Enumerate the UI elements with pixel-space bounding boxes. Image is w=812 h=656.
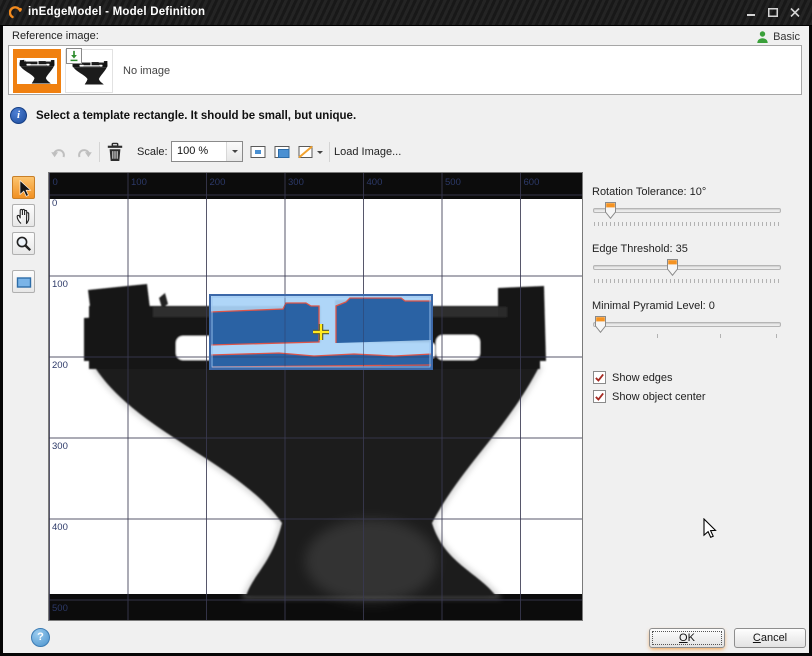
toolbar-separator	[99, 142, 100, 162]
preview-image: 0 100 200 300 400 500 600 0 100 200 300 400 500	[49, 173, 582, 620]
reference-thumbnail-selected[interactable]	[13, 49, 61, 93]
mode-badge[interactable]: Basic	[756, 30, 800, 44]
part-shape-thumbnail	[18, 59, 56, 84]
edge-threshold-slider[interactable]	[593, 259, 781, 277]
trash-icon	[106, 142, 124, 162]
toolbar-separator	[329, 142, 330, 162]
zoom-fill-button[interactable]	[270, 141, 293, 163]
hand-icon	[14, 206, 34, 226]
dropdown-arrow-icon	[317, 151, 323, 157]
cancel-button[interactable]: Cancel	[734, 628, 806, 648]
svg-text:300: 300	[52, 441, 68, 452]
undo-button[interactable]	[47, 141, 70, 163]
maximize-icon	[768, 8, 778, 17]
slider-tickmarks	[594, 279, 780, 283]
redo-icon	[76, 144, 93, 161]
titlebar[interactable]: inEdgeModel - Model Definition	[0, 0, 812, 26]
slider-thumb[interactable]	[605, 202, 616, 219]
minimize-icon	[747, 8, 756, 17]
load-image-button[interactable]: Load Image...	[334, 146, 401, 158]
selection-dark-region	[336, 298, 432, 343]
user-basic-icon	[756, 30, 769, 44]
pointer-icon	[14, 178, 34, 198]
svg-text:400: 400	[52, 522, 68, 533]
zoom-tool-button[interactable]	[12, 232, 35, 255]
svg-text:500: 500	[52, 603, 68, 614]
maximize-button[interactable]	[764, 5, 782, 20]
reference-thumbnail-load-new[interactable]	[65, 49, 113, 93]
close-button[interactable]	[786, 5, 804, 20]
window-title: inEdgeModel - Model Definition	[28, 6, 205, 18]
pointer-tool-button[interactable]	[12, 176, 35, 199]
minimal-pyramid-level-label: Minimal Pyramid Level: 0	[592, 300, 715, 312]
slider-track[interactable]	[593, 322, 781, 327]
slider-tickmarks	[594, 222, 780, 226]
show-object-center-label: Show object center	[612, 391, 706, 403]
undo-icon	[50, 144, 67, 161]
pan-tool-button[interactable]	[12, 204, 35, 227]
show-edges-checkbox[interactable]	[593, 371, 606, 384]
svg-text:0: 0	[52, 198, 57, 209]
show-edges-checkbox-row[interactable]: Show edges	[593, 371, 673, 384]
zoom-fill-icon	[272, 142, 292, 162]
magnifier-icon	[14, 234, 34, 254]
slider-thumb[interactable]	[595, 316, 606, 333]
instruction-bar: i Select a template rectangle. It should…	[10, 107, 356, 124]
canvas-toolbar: Scale: 100 %	[3, 138, 809, 166]
no-image-label: No image	[123, 65, 170, 77]
dialog-client: Basic Reference image:	[3, 26, 809, 653]
svg-text:300: 300	[288, 177, 304, 188]
minimize-button[interactable]	[742, 5, 760, 20]
svg-text:0: 0	[53, 177, 58, 188]
reference-thumbnail-image	[17, 58, 57, 84]
minimal-pyramid-level-slider[interactable]	[593, 316, 781, 334]
svg-text:600: 600	[524, 177, 540, 188]
app-icon	[9, 6, 23, 20]
slider-track[interactable]	[593, 208, 781, 213]
rotation-tolerance-slider[interactable]	[593, 202, 781, 220]
zoom-fit-icon	[248, 142, 268, 162]
svg-text:400: 400	[367, 177, 383, 188]
edge-threshold-label: Edge Threshold: 35	[592, 243, 688, 255]
rotation-tolerance-label: Rotation Tolerance: 10°	[592, 186, 706, 198]
slider-track[interactable]	[593, 265, 781, 270]
mouse-cursor-icon	[703, 518, 718, 539]
show-edges-label: Show edges	[612, 372, 673, 384]
slider-thumb[interactable]	[667, 259, 678, 276]
redo-button[interactable]	[73, 141, 96, 163]
rectangle-icon	[14, 272, 34, 292]
image-canvas[interactable]: 0 100 200 300 400 500 600 0 100 200 300 400 500	[48, 172, 583, 621]
instruction-text: Select a template rectangle. It should b…	[36, 110, 356, 122]
overlay-style-button[interactable]	[294, 141, 326, 163]
svg-text:100: 100	[131, 177, 147, 188]
svg-text:500: 500	[445, 177, 461, 188]
model-definition-dialog: inEdgeModel - Model Definition Basic Ref…	[0, 0, 812, 656]
show-object-center-checkbox-row[interactable]: Show object center	[593, 390, 706, 403]
reference-image-list: No image	[8, 45, 802, 95]
info-icon: i	[10, 107, 27, 124]
scale-select[interactable]: 100 %	[171, 141, 243, 162]
check-icon	[594, 391, 605, 402]
combo-arrow-icon	[226, 142, 242, 161]
template-selection[interactable]	[210, 295, 432, 369]
scale-value: 100 %	[177, 145, 208, 157]
no-overlay-icon	[296, 142, 316, 162]
mode-label: Basic	[773, 31, 800, 43]
svg-text:200: 200	[52, 360, 68, 371]
scale-label: Scale:	[137, 146, 168, 158]
zoom-fit-button[interactable]	[246, 141, 269, 163]
svg-text:200: 200	[210, 177, 226, 188]
delete-button[interactable]	[103, 141, 126, 163]
reference-image-label: Reference image:	[12, 30, 99, 42]
download-overlay-icon	[66, 48, 82, 64]
rectangle-tool-button[interactable]	[12, 270, 35, 293]
svg-text:100: 100	[52, 279, 68, 290]
ok-button[interactable]: OK	[649, 628, 725, 648]
show-object-center-checkbox[interactable]	[593, 390, 606, 403]
help-button[interactable]: ?	[31, 628, 50, 647]
check-icon	[594, 372, 605, 383]
close-icon	[790, 8, 800, 17]
slider-tickmarks	[594, 334, 780, 338]
